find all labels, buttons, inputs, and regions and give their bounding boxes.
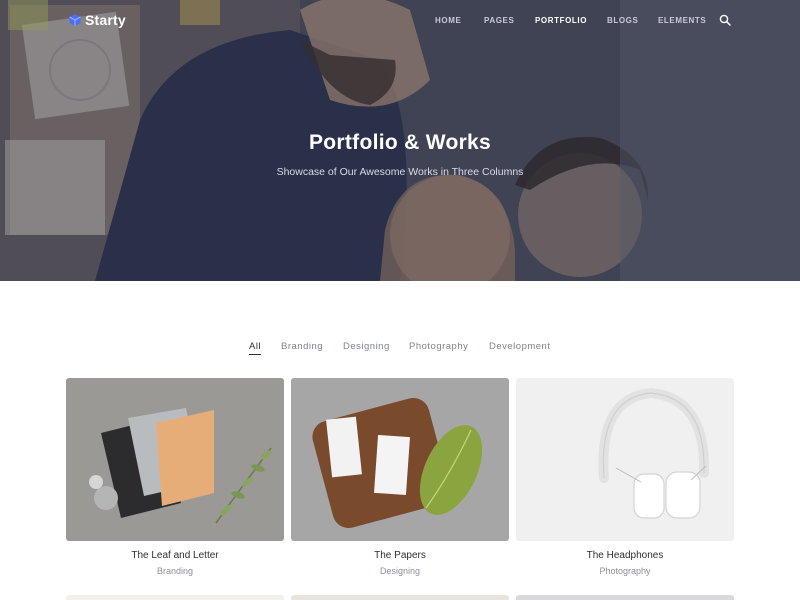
- filter-photography[interactable]: Photography: [409, 341, 468, 352]
- filter-designing[interactable]: Designing: [343, 341, 390, 352]
- portfolio-image-leaf-letter: [66, 378, 284, 541]
- portfolio-card[interactable]: The Headphones Photography: [516, 378, 734, 600]
- page-subtitle: Showcase of Our Awesome Works in Three C…: [276, 166, 524, 178]
- portfolio-card[interactable]: The Leaf and Letter Branding: [66, 378, 284, 600]
- search-icon[interactable]: [719, 14, 731, 26]
- card-category: Photography: [599, 566, 651, 576]
- portfolio-image-papers: [291, 378, 509, 541]
- top-navbar: Starty HOME PAGES PORTFOLIO BLOGS ELEMEN…: [0, 0, 800, 42]
- filter-all[interactable]: All: [249, 341, 262, 355]
- card-category: Branding: [156, 566, 194, 576]
- portfolio-card-peek[interactable]: [291, 595, 509, 600]
- main-menu: HOME PAGES PORTFOLIO BLOGS ELEMENTS: [0, 16, 800, 28]
- card-title: The Headphones: [586, 550, 664, 561]
- card-category: Designing: [379, 566, 421, 576]
- portfolio-filter-bar: All Branding Designing Photography Devel…: [0, 341, 800, 357]
- card-title: The Papers: [374, 550, 426, 561]
- nav-item-portfolio[interactable]: PORTFOLIO: [535, 16, 587, 25]
- portfolio-card-peek[interactable]: [66, 595, 284, 600]
- nav-item-elements[interactable]: ELEMENTS: [658, 16, 706, 25]
- nav-item-blogs[interactable]: BLOGS: [607, 16, 638, 25]
- filter-branding[interactable]: Branding: [281, 341, 323, 352]
- nav-item-home[interactable]: HOME: [435, 16, 461, 25]
- card-title: The Leaf and Letter: [131, 550, 219, 561]
- portfolio-image-headphones: [516, 378, 734, 541]
- portfolio-card[interactable]: The Papers Designing: [291, 378, 509, 600]
- page-title: Portfolio & Works: [308, 131, 492, 154]
- nav-item-pages[interactable]: PAGES: [484, 16, 514, 25]
- portfolio-card-peek[interactable]: [516, 595, 734, 600]
- hero-banner: Starty HOME PAGES PORTFOLIO BLOGS ELEMEN…: [0, 0, 800, 281]
- filter-development[interactable]: Development: [489, 341, 550, 352]
